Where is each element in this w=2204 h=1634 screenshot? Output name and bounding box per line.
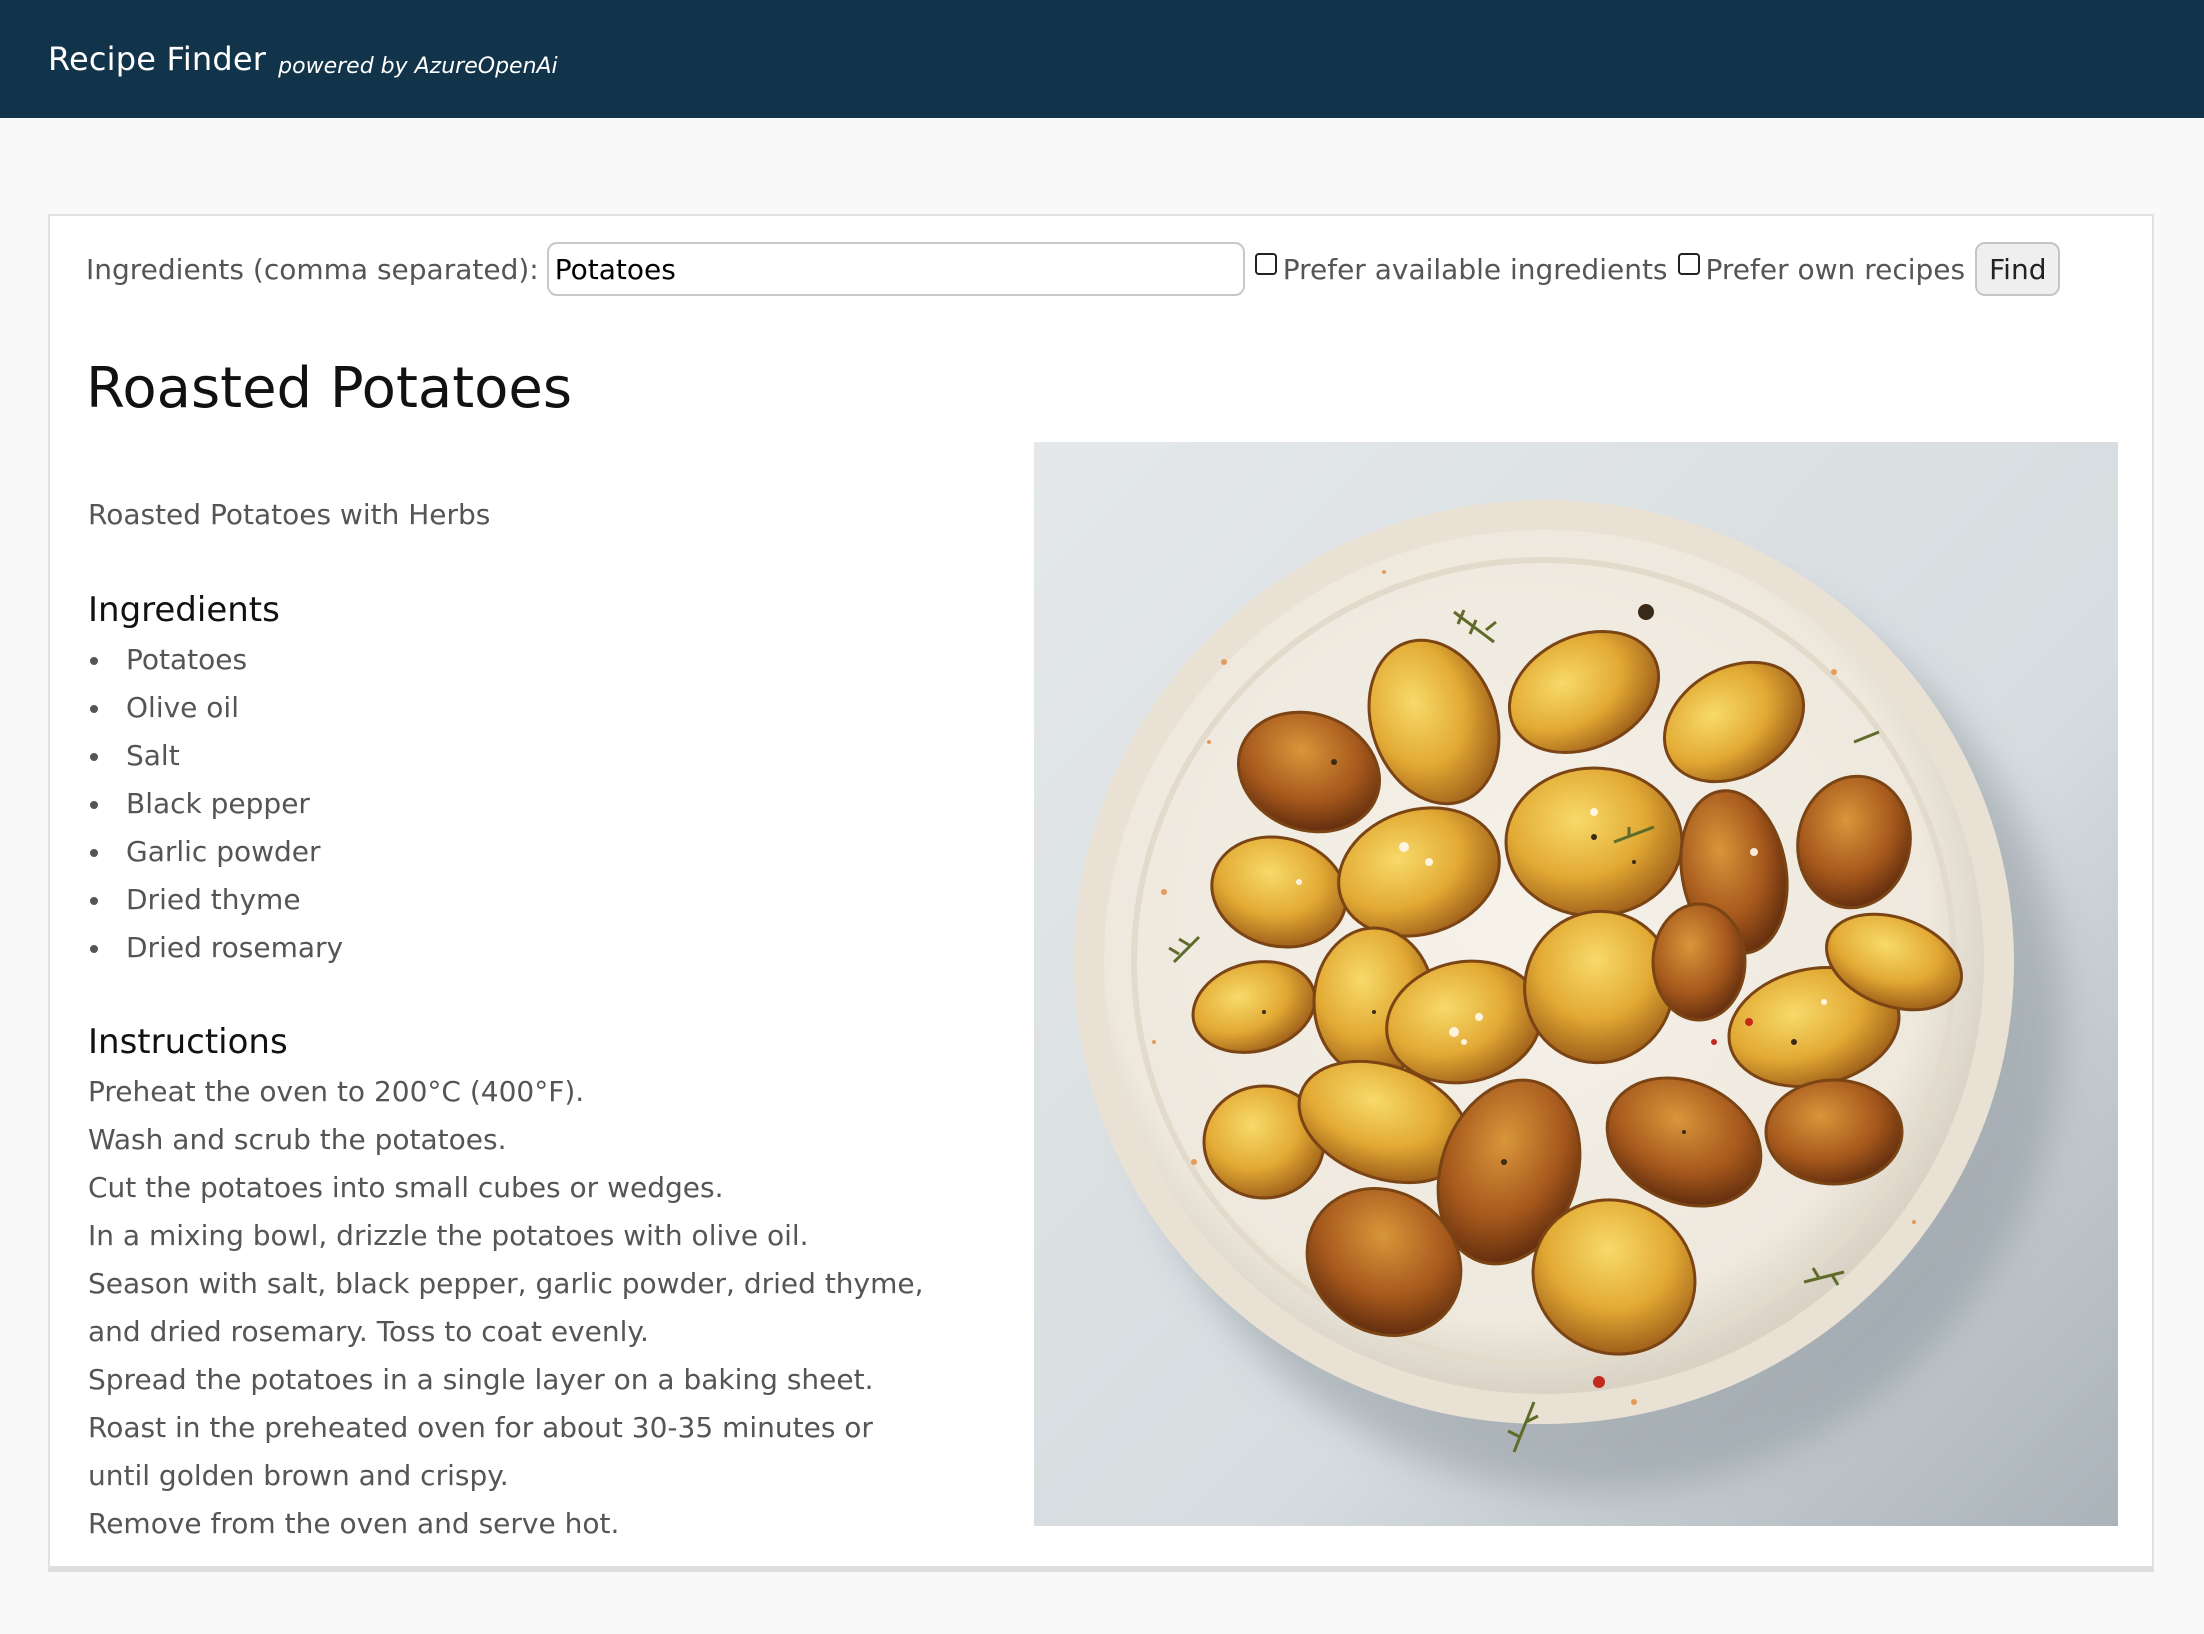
prefer-available-checkbox[interactable] <box>1254 253 1277 275</box>
roasted-potatoes-image <box>1034 442 2118 1526</box>
instruction-step: Spread the potatoes in a single layer on… <box>88 1363 874 1396</box>
top-navbar: Recipe Finder powered by AzureOpenAi <box>0 0 2204 118</box>
search-form: Ingredients (comma separated): Prefer av… <box>86 242 2061 296</box>
instruction-step: Roast in the preheated oven for about 30… <box>88 1411 873 1492</box>
ingredients-label: Ingredients (comma separated): <box>86 252 539 286</box>
instruction-step: Preheat the oven to 200°C (400°F). <box>88 1075 585 1108</box>
instruction-step: Remove from the oven and serve hot. <box>88 1507 620 1540</box>
instruction-step: Cut the potatoes into small cubes or wed… <box>88 1171 724 1204</box>
ingredient-item: Black pepper <box>88 780 343 828</box>
instructions-heading: Instructions <box>88 1022 288 1062</box>
instructions-list: Preheat the oven to 200°C (400°F). Wash … <box>88 1068 928 1548</box>
ingredient-item: Garlic powder <box>88 828 343 876</box>
ingredients-input[interactable] <box>546 242 1245 296</box>
powered-by-text: powered by AzureOpenAi <box>278 53 558 79</box>
ingredients-heading: Ingredients <box>88 590 280 630</box>
instruction-step: In a mixing bowl, drizzle the potatoes w… <box>88 1219 809 1252</box>
ingredient-item: Salt <box>88 732 343 780</box>
recipe-card: Ingredients (comma separated): Prefer av… <box>48 214 2154 1572</box>
instruction-step: Season with salt, black pepper, garlic p… <box>88 1267 924 1348</box>
app-title[interactable]: Recipe Finder <box>48 40 266 78</box>
prefer-available-label[interactable]: Prefer available ingredients <box>1283 253 1668 286</box>
ingredient-item: Dried rosemary <box>88 924 343 972</box>
recipe-photo <box>1034 442 2118 1526</box>
prefer-own-checkbox[interactable] <box>1677 253 1700 275</box>
recipe-title: Roasted Potatoes <box>86 356 573 421</box>
ingredient-item: Olive oil <box>88 684 343 732</box>
instruction-step: Wash and scrub the potatoes. <box>88 1123 507 1156</box>
prefer-own-label[interactable]: Prefer own recipes <box>1706 253 1966 286</box>
recipe-subtitle: Roasted Potatoes with Herbs <box>88 498 491 531</box>
find-button[interactable]: Find <box>1975 242 2061 296</box>
ingredient-item: Dried thyme <box>88 876 343 924</box>
ingredient-item: Potatoes <box>88 636 343 684</box>
ingredients-list: Potatoes Olive oil Salt Black pepper Gar… <box>88 636 343 972</box>
